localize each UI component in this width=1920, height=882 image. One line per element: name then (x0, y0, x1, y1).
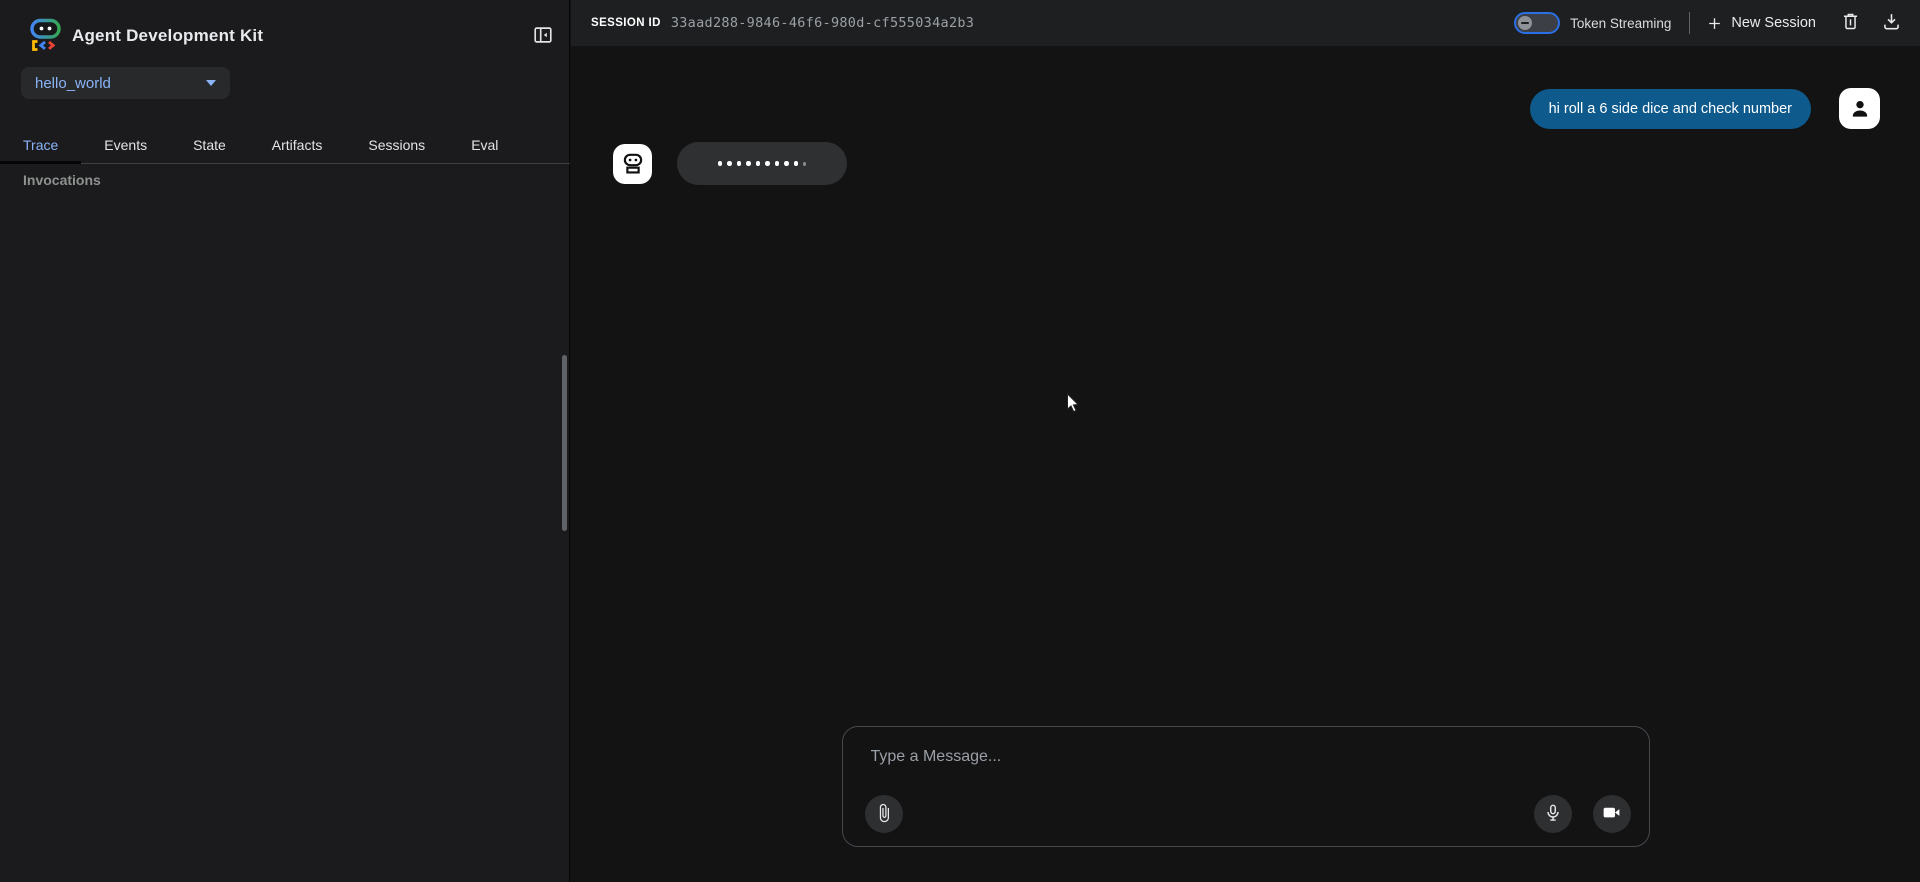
chat-area: hi roll a 6 side dice and check number (571, 46, 1920, 682)
agent-selector-dropdown[interactable]: hello_world (21, 67, 230, 99)
token-streaming-toggle[interactable] (1514, 12, 1560, 34)
user-avatar (1839, 88, 1880, 129)
chevron-down-icon (206, 80, 216, 86)
topbar-actions: Token Streaming New Session (1514, 11, 1902, 35)
tab-sessions[interactable]: Sessions (345, 127, 448, 163)
session-id-label: SESSION ID (591, 17, 661, 29)
tab-trace[interactable]: Trace (0, 127, 81, 163)
token-streaming-label: Token Streaming (1570, 16, 1671, 31)
mouse-cursor (1066, 393, 1081, 419)
user-message-bubble: hi roll a 6 side dice and check number (1530, 89, 1811, 129)
bot-avatar (613, 144, 652, 184)
microphone-icon (1543, 803, 1563, 826)
person-icon (1847, 96, 1873, 122)
delete-session-button[interactable] (1840, 11, 1861, 35)
collapse-panel-button[interactable] (531, 24, 555, 48)
topbar-divider (1689, 12, 1690, 34)
attach-file-button[interactable] (865, 795, 903, 833)
tab-state[interactable]: State (170, 127, 249, 163)
main-panel: SESSION ID 33aad288-9846-46f6-980d-cf555… (571, 0, 1920, 882)
app-title: Agent Development Kit (72, 26, 263, 46)
export-session-button[interactable] (1881, 11, 1902, 35)
microphone-button[interactable] (1534, 795, 1572, 833)
new-session-label: New Session (1731, 15, 1816, 31)
app-root: Agent Development Kit hello_world Trace … (0, 0, 1920, 882)
plus-icon (1706, 15, 1723, 32)
message-input[interactable] (869, 743, 1609, 771)
invocations-label: Invocations (23, 172, 101, 188)
trash-icon (1840, 11, 1861, 35)
paperclip-icon (874, 803, 894, 826)
sidebar: Agent Development Kit hello_world Trace … (0, 0, 570, 882)
message-composer (842, 726, 1650, 847)
adk-logo-icon (28, 18, 66, 53)
panel-collapse-icon (532, 34, 554, 49)
sidebar-tabs: Trace Events State Artifacts Sessions Ev… (0, 127, 570, 164)
video-camera-icon (1601, 802, 1622, 826)
agent-selector-value: hello_world (35, 75, 111, 92)
video-call-button[interactable] (1593, 795, 1631, 833)
tab-eval[interactable]: Eval (448, 127, 521, 163)
sidebar-header: Agent Development Kit (0, 0, 569, 60)
download-icon (1881, 11, 1902, 35)
session-id-value: 33aad288-9846-46f6-980d-cf555034a2b3 (671, 15, 974, 31)
tab-artifacts[interactable]: Artifacts (249, 127, 346, 163)
bot-message-row (613, 142, 847, 185)
user-message-row: hi roll a 6 side dice and check number (1530, 88, 1880, 129)
topbar: SESSION ID 33aad288-9846-46f6-980d-cf555… (571, 0, 1920, 46)
tab-events[interactable]: Events (81, 127, 170, 163)
bot-typing-indicator (677, 142, 847, 185)
sidebar-scrollbar[interactable] (562, 355, 567, 531)
robot-icon (620, 151, 646, 177)
toggle-knob-minus-icon (1518, 16, 1532, 30)
new-session-button[interactable]: New Session (1706, 15, 1816, 32)
